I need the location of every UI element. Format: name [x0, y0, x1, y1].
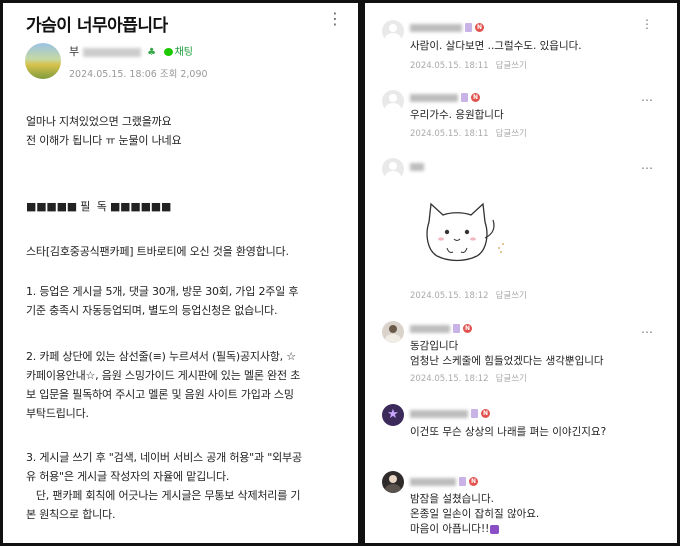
comment-avatar[interactable] — [382, 20, 404, 42]
post-body-line: 얼마나 지쳐있었으면 그랬을까요 — [26, 115, 172, 128]
comment-avatar[interactable] — [382, 321, 404, 343]
more-horizontal-icon[interactable]: ⋯ — [641, 93, 654, 107]
reply-link[interactable]: 답글쓰기 — [496, 129, 527, 139]
comment-date: 2024.05.15. 18:11 — [410, 61, 489, 71]
comment-text: 이건또 무슨 상상의 나래를 펴는 이야긴지요? — [410, 426, 607, 438]
chat-label: 채팅 — [174, 47, 193, 58]
comment-meta: 2024.05.15. 18:12 답글쓰기 — [410, 289, 527, 301]
post-title: 가슴이 너무아픕니다 — [26, 16, 168, 36]
comment-text: 동감입니다 엄청난 스케줄에 힘들었겠다는 생각뿐입니다 — [410, 340, 604, 367]
comment-author[interactable]: N — [410, 409, 490, 418]
comment-avatar[interactable] — [382, 90, 404, 112]
post-body-line: 보 입문을 필독하여 주시고 멜론 및 음원 사이트 가입과 스밍 — [26, 388, 294, 401]
comment-date: 2024.05.15. 18:11 — [410, 129, 489, 139]
author-name[interactable]: 부 — [69, 45, 79, 58]
post-body-line: 본 원칙으로 합니다. — [26, 508, 116, 521]
post-body-line: ■■■■■ 필 독 ■■■■■■ — [26, 200, 172, 213]
more-vertical-icon[interactable]: ⋮ — [327, 11, 343, 27]
comment-author[interactable]: N — [410, 93, 480, 102]
post-body-line: 전 이해가 됩니다 ㅠ 눈물이 나네요 — [26, 134, 182, 147]
author-avatar[interactable] — [25, 43, 61, 79]
purple-heart-icon — [490, 524, 500, 534]
level-badge-icon — [461, 93, 468, 102]
comment-text: 우리가수. 응원합니다 — [410, 109, 504, 121]
new-badge-icon: N — [471, 93, 480, 102]
comment-text: 밤잠을 설쳤습니다. 온종일 일손이 잡히질 않아요. 마음이 아픕니다!! — [410, 493, 540, 535]
comment-author[interactable]: N — [410, 23, 484, 32]
comment-meta: 2024.05.15. 18:12 답글쓰기 — [410, 372, 527, 384]
more-horizontal-icon[interactable]: ⋯ — [641, 325, 654, 339]
post-body-line: 단, 팬카페 회칙에 어긋나는 게시글은 무통보 삭제처리를 기 — [26, 489, 301, 502]
chat-button[interactable]: 채팅 — [163, 47, 193, 58]
comment-avatar[interactable] — [382, 471, 404, 493]
comment-date: 2024.05.15. 18:12 — [410, 291, 489, 301]
comment-avatar[interactable]: ★ — [382, 404, 404, 426]
more-horizontal-icon[interactable]: ⋮ — [641, 17, 654, 31]
sprout-icon: ♣ — [147, 47, 157, 58]
new-badge-icon: N — [481, 409, 490, 418]
more-horizontal-icon[interactable]: ⋯ — [641, 161, 654, 175]
post-body-line: 2. 카페 상단에 있는 삼선줄(≡) 누르셔서 (필독)공지사항, ☆ — [26, 350, 296, 363]
comment-author[interactable]: N — [410, 324, 472, 333]
level-badge-icon — [459, 477, 466, 486]
post-body-line: 3. 게시글 쓰기 후 "검색, 네이버 서비스 공개 허용"과 "외부공 — [26, 451, 302, 464]
post-body-line: 카페이용안내☆, 음원 스밍가이드 게시판에 있는 멜론 완전 초 — [26, 369, 301, 382]
post-panel: 가슴이 너무아픕니다 ⋮ 부 ♣ 채팅 2024.05.15. 18:06 조회… — [3, 3, 358, 543]
post-body-line: 부탁드립니다. — [26, 407, 89, 420]
comment-meta: 2024.05.15. 18:11 답글쓰기 — [410, 127, 527, 139]
comment-meta: 2024.05.15. 18:11 답글쓰기 — [410, 59, 527, 71]
new-badge-icon: N — [463, 324, 472, 333]
post-body-line: 유 허용"은 게시글 작성자의 자율에 맡깁니다. — [26, 470, 230, 483]
new-badge-icon: N — [475, 23, 484, 32]
post-body-line: 기준 충족시 자동등업되며, 별도의 등업신청은 없습니다. — [26, 304, 278, 317]
level-badge-icon — [465, 23, 472, 32]
post-body-line: 스타[김호중공식팬카페] 트바로티에 오신 것을 환영합니다. — [26, 245, 289, 258]
star-icon: ★ — [387, 407, 399, 422]
comment-avatar[interactable] — [382, 158, 404, 180]
post-meta: 2024.05.15. 18:06 조회 2,090 — [69, 69, 208, 80]
comment-author[interactable] — [410, 163, 424, 171]
level-badge-icon — [471, 409, 478, 418]
reply-link[interactable]: 답글쓰기 — [496, 61, 527, 71]
comment-author[interactable]: N — [410, 477, 478, 486]
post-body-line: 1. 등업은 게시글 5개, 댓글 30개, 방문 30회, 가입 2주일 후 — [26, 285, 299, 298]
reply-link[interactable]: 답글쓰기 — [496, 374, 527, 384]
comment-text: 사람이. 살다보면 ..그럴수도. 있읍니다. — [410, 40, 582, 52]
chat-icon — [163, 48, 173, 56]
new-badge-icon: N — [469, 477, 478, 486]
author-name-blurred — [82, 47, 141, 57]
comments-panel: N ⋮ 사람이. 살다보면 ..그럴수도. 있읍니다. 2024.05.15. … — [365, 3, 677, 543]
reply-link[interactable]: 답글쓰기 — [496, 291, 527, 301]
comment-date: 2024.05.15. 18:12 — [410, 374, 489, 384]
author-line: 부 ♣ 채팅 — [69, 43, 193, 59]
level-badge-icon — [453, 324, 460, 333]
cat-sticker — [426, 202, 504, 262]
